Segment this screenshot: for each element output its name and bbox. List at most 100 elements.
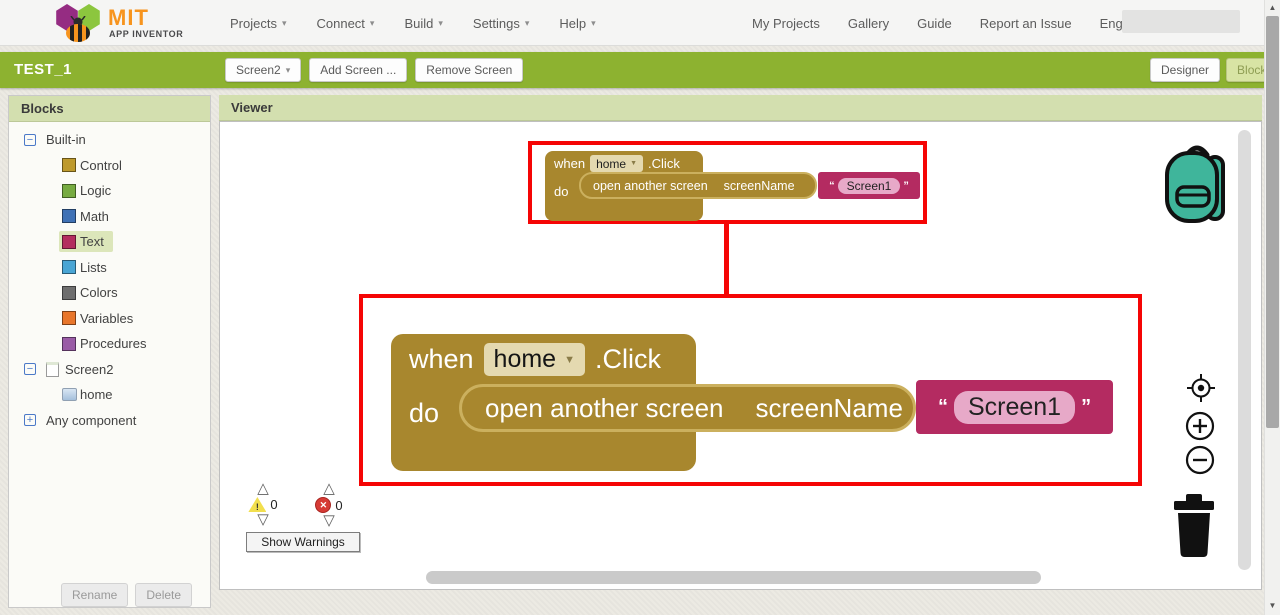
show-warnings-button[interactable]: Show Warnings: [246, 532, 360, 552]
viewer-panel: Viewer when home ▼ .Click do open ano: [219, 95, 1262, 590]
scroll-down-arrow-icon[interactable]: ▼: [1265, 601, 1280, 610]
math-category-icon: [62, 209, 76, 223]
link-my-projects[interactable]: My Projects: [752, 16, 820, 31]
button-component-icon: [62, 388, 77, 401]
zoom-out-icon[interactable]: [1184, 444, 1216, 476]
procedures-category-icon: [62, 337, 76, 351]
rename-button[interactable]: Rename: [61, 583, 128, 607]
tree-item-built-in[interactable]: Built-in: [9, 127, 210, 153]
link-guide[interactable]: Guide: [917, 16, 952, 31]
delete-button[interactable]: Delete: [135, 583, 192, 607]
string-value: Screen1: [954, 391, 1075, 424]
expand-icon[interactable]: [24, 414, 36, 426]
screen-icon: [46, 362, 59, 377]
link-report-an-issue[interactable]: Report an Issue: [980, 16, 1072, 31]
project-name: TEST_1: [14, 61, 72, 78]
designer-button[interactable]: Designer: [1150, 58, 1220, 82]
tree-item-control[interactable]: Control: [9, 153, 210, 179]
tree-item-math[interactable]: Math: [9, 204, 210, 230]
warning-count: 0: [270, 497, 277, 512]
chevron-down-icon: ▾: [525, 18, 530, 29]
app-logo[interactable]: MIT APP INVENTOR: [50, 2, 200, 44]
variables-category-icon: [62, 311, 76, 325]
open-screen-block[interactable]: open another screen screenName: [579, 172, 817, 199]
menu-projects[interactable]: Projects ▾: [230, 16, 287, 31]
add-screen-button[interactable]: Add Screen ...: [309, 58, 407, 82]
tree-item-text[interactable]: Text: [9, 229, 210, 255]
selected-highlight: Text: [59, 231, 113, 252]
main-menu: Projects ▾ Connect ▾ Build ▾ Settings ▾ …: [230, 0, 596, 46]
app-inventor-window: MIT APP INVENTOR Projects ▾ Connect ▾ Bu…: [0, 0, 1280, 615]
open-screen-block-zoomed: open another screen screenName: [459, 384, 916, 432]
zoom-in-icon[interactable]: [1184, 410, 1216, 442]
scrollbar-thumb[interactable]: [1266, 16, 1279, 428]
tree-item-logic[interactable]: Logic: [9, 178, 210, 204]
error-icon: ✕: [315, 497, 331, 513]
do-label: do: [409, 398, 439, 429]
chevron-down-icon: ▾: [438, 18, 443, 29]
string-value[interactable]: Screen1: [838, 178, 901, 194]
chevron-down-icon: ▼: [564, 354, 575, 366]
bee-icon: [58, 16, 98, 44]
lists-category-icon: [62, 260, 76, 274]
scroll-up-arrow-icon[interactable]: ▲: [1265, 3, 1280, 12]
link-gallery[interactable]: Gallery: [848, 16, 889, 31]
trash-icon[interactable]: [1173, 494, 1215, 558]
triangle-up-icon: △: [257, 482, 269, 496]
screen-buttons: Screen2 ▾ Add Screen ... Remove Screen: [225, 58, 523, 82]
tree-item-variables[interactable]: Variables: [9, 306, 210, 332]
tree-item-home[interactable]: home: [9, 382, 210, 408]
remove-screen-button[interactable]: Remove Screen: [415, 58, 523, 82]
collapse-icon[interactable]: [24, 363, 36, 375]
center-blocks-icon[interactable]: [1185, 372, 1217, 404]
triangle-down-icon: ▽: [323, 514, 335, 528]
errors-indicator: △ ✕ 0 ▽: [318, 482, 340, 528]
colors-category-icon: [62, 286, 76, 300]
component-dropdown[interactable]: home ▼: [590, 155, 643, 172]
control-category-icon: [62, 158, 76, 172]
menu-connect[interactable]: Connect ▾: [317, 16, 375, 31]
logo-mit-text: MIT: [108, 5, 149, 31]
chevron-down-icon: ▾: [286, 65, 291, 76]
text-string-block-zoomed: “ Screen1 ”: [916, 380, 1113, 434]
viewer-header: Viewer: [219, 95, 1262, 121]
page-scrollbar[interactable]: ▲ ▼: [1264, 0, 1280, 615]
user-account-box[interactable]: [1122, 10, 1240, 33]
project-toolbar: TEST_1 Screen2 ▾ Add Screen ... Remove S…: [0, 52, 1264, 88]
text-category-icon: [62, 235, 76, 249]
menu-help[interactable]: Help ▾: [559, 16, 595, 31]
when-block-header: when home ▼ .Click: [545, 151, 703, 172]
tree-item-procedures[interactable]: Procedures: [9, 331, 210, 357]
view-toggle: Designer Blocks: [1150, 58, 1280, 82]
workspace-horizontal-scrollbar[interactable]: [426, 571, 1041, 584]
chevron-down-icon: ▾: [591, 18, 596, 29]
backpack-icon[interactable]: [1159, 139, 1235, 233]
menu-build[interactable]: Build ▾: [404, 16, 442, 31]
error-count: 0: [335, 498, 342, 513]
tree-item-any-component[interactable]: Any component: [9, 408, 210, 434]
logo-subtitle: APP INVENTOR: [109, 29, 183, 39]
when-block-header: when home ▼ .Click: [391, 334, 696, 376]
screen-selector-button[interactable]: Screen2 ▾: [225, 58, 301, 82]
screen-actions: Rename Delete: [61, 583, 192, 607]
warnings-indicator: △ ! 0 ▽: [252, 482, 274, 527]
annotation-connector-line: [724, 222, 729, 296]
chevron-down-icon: ▾: [370, 18, 375, 29]
triangle-down-icon: ▽: [257, 513, 269, 527]
warning-icon: !: [248, 497, 266, 512]
tree-item-colors[interactable]: Colors: [9, 280, 210, 306]
blocks-palette: Blocks Built-in Control Logic Math: [8, 95, 211, 608]
top-navbar: MIT APP INVENTOR Projects ▾ Connect ▾ Bu…: [0, 0, 1264, 46]
tree-item-screen2[interactable]: Screen2: [9, 357, 210, 383]
logic-category-icon: [62, 184, 76, 198]
blocks-workspace[interactable]: when home ▼ .Click do open another scree…: [219, 121, 1262, 590]
chevron-down-icon: ▼: [630, 160, 637, 167]
tree-item-lists[interactable]: Lists: [9, 255, 210, 281]
collapse-icon[interactable]: [24, 134, 36, 146]
top-links: My Projects Gallery Guide Report an Issu…: [752, 0, 1152, 46]
workspace-vertical-scrollbar[interactable]: [1238, 130, 1251, 570]
menu-settings[interactable]: Settings ▾: [473, 16, 530, 31]
blocks-tree: Built-in Control Logic Math Text: [9, 127, 210, 433]
chevron-down-icon: ▾: [282, 18, 287, 29]
text-string-block[interactable]: “ Screen1 ”: [818, 172, 920, 199]
